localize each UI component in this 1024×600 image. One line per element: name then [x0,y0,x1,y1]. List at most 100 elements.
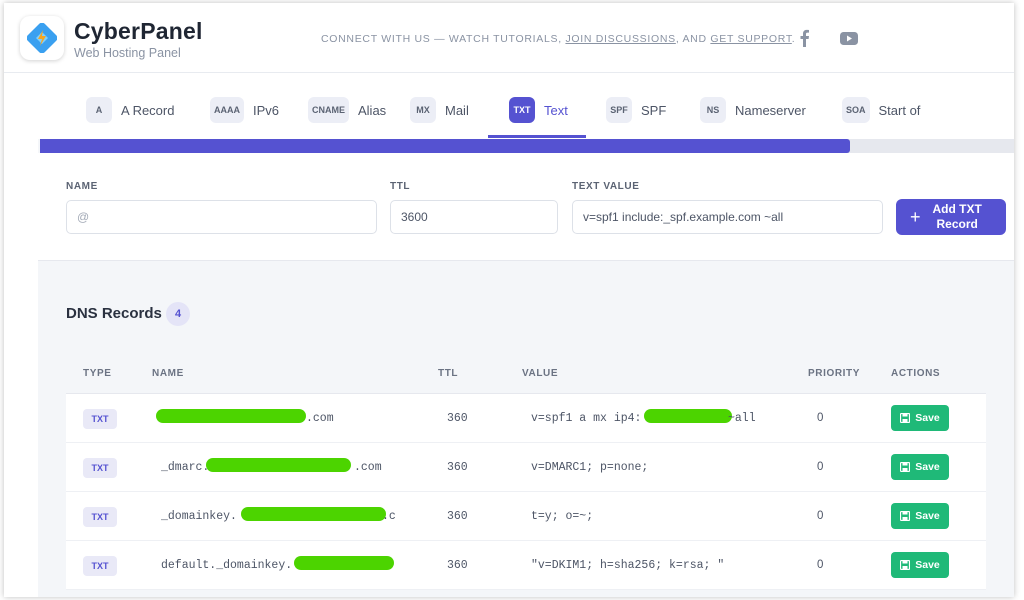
record-type-tabs: A A Record AAAA IPv6 CNAME Alias MX Mail TXT Text… [38,73,1014,139]
type-badge: TXT [83,409,117,429]
tab-label: Start of [878,102,921,118]
tab-code-badge: CNAME [308,97,349,123]
save-button[interactable]: Save [891,503,949,529]
tab-code-badge: SPF [606,97,632,123]
col-ttl: TTL [438,368,459,379]
tab-ns[interactable]: NS Nameserver [700,97,806,123]
brand-subtitle: Web Hosting Panel [74,46,181,60]
record-name-end: .com [354,461,382,474]
join-discussions-link[interactable]: JOIN DISCUSSIONS [565,33,675,45]
tab-label: IPv6 [253,102,280,118]
name-label: NAME [66,181,98,192]
type-badge: TXT [83,556,117,576]
tab-code-badge: A [86,97,112,123]
tab-code-badge: TXT [509,97,535,123]
floppy-icon [900,560,911,570]
table-row: TXT default._domainkey. 360 "v=DKIM1; h=… [66,541,986,590]
record-priority: 0 [817,461,824,473]
record-ttl: 360 [447,412,468,425]
main-content: A A Record AAAA IPv6 CNAME Alias MX Mail TXT Text… [38,73,1014,597]
brand-title: CyberPanel [74,18,203,44]
table-header: TYPE NAME TTL VALUE PRIORITY ACTIONS [66,354,986,394]
get-support-link[interactable]: GET SUPPORT [710,33,791,45]
redaction-mark [241,507,386,521]
save-button[interactable]: Save [891,454,949,480]
youtube-icon[interactable] [840,29,858,47]
col-actions: ACTIONS [891,368,941,379]
tab-code-badge: MX [410,97,436,123]
record-priority: 0 [817,412,824,424]
tab-a[interactable]: A A Record [86,97,174,123]
record-ttl: 360 [447,461,468,474]
text-value-input[interactable] [572,200,883,234]
ttl-input[interactable] [390,200,558,234]
record-name: _dmarc. [161,461,210,474]
plus-icon: + [910,206,921,227]
name-input[interactable] [66,200,377,234]
record-value-start: v=DMARC1; p=none; [531,461,649,474]
tab-code-badge: NS [700,97,726,123]
record-name-end: .c [382,510,396,523]
tab-label: A Record [121,102,175,118]
add-txt-record-button[interactable]: + Add TXT Record [896,199,1006,235]
tab-aaaa[interactable]: AAAA IPv6 [210,97,279,123]
connect-prefix: CONNECT WITH US — WATCH TUTORIALS, [321,33,566,45]
dns-records-table: TYPE NAME TTL VALUE PRIORITY ACTIONS TXT… [66,354,986,590]
table-row: TXT _domainkey. .c 360 t=y; o=~; 0 Save [66,492,986,541]
tab-label: Text [544,102,568,118]
record-value-start: v=spf1 a mx ip4: [531,412,642,425]
record-ttl: 360 [447,559,468,572]
record-value-start: "v=DKIM1; h=sha256; k=rsa; " [531,559,725,572]
tab-label: Nameserver [735,102,806,118]
record-name: _domainkey. [161,510,237,523]
add-button-label: Add TXT Record [932,202,982,231]
active-tab-underline [488,135,586,138]
tab-spf[interactable]: SPF SPF [606,97,666,123]
app-window: CyberPanel Web Hosting Panel CONNECT WIT… [4,3,1014,597]
record-name: .com [306,412,334,425]
tab-label: Mail [445,102,469,118]
add-record-form: NAME TTL TEXT VALUE + Add TXTRecord [38,153,1014,261]
col-name: NAME [152,368,184,379]
facebook-icon[interactable] [795,29,813,47]
floppy-icon [900,511,911,521]
redaction-mark [294,556,394,570]
redaction-mark [206,458,351,472]
tab-cname[interactable]: CNAME Alias [308,97,386,123]
ttl-label: TTL [390,181,411,192]
col-value: VALUE [522,368,559,379]
connect-mid: , AND [675,33,711,45]
table-row: TXT .com 360 v=spf1 a mx ip4: ~all 0 Sav… [66,394,986,443]
save-button[interactable]: Save [891,405,949,431]
dns-records-title: DNS Records [66,305,162,322]
tab-code-badge: AAAA [210,97,244,123]
floppy-icon [900,413,911,423]
record-ttl: 360 [447,510,468,523]
tab-label: Alias [358,102,387,118]
col-priority: PRIORITY [808,368,861,379]
record-count-badge: 4 [166,302,190,326]
record-name: default._domainkey. [161,559,293,572]
tab-mx[interactable]: MX Mail [410,97,469,123]
col-type: TYPE [83,368,112,379]
record-priority: 0 [817,510,824,522]
table-row: TXT _dmarc. .com 360 v=DMARC1; p=none; 0… [66,443,986,492]
connect-banner: CONNECT WITH US — WATCH TUTORIALS, JOIN … [321,33,795,45]
redaction-mark [156,409,306,423]
cyberpanel-logo-icon[interactable] [20,16,64,60]
record-priority: 0 [817,559,824,571]
type-badge: TXT [83,507,117,527]
save-button[interactable]: Save [891,552,949,578]
record-value-start: t=y; o=~; [531,510,594,523]
record-value-end: ~all [728,412,756,425]
tab-soa[interactable]: SOA Start of [842,97,920,123]
top-header: CyberPanel Web Hosting Panel CONNECT WIT… [4,3,1014,73]
tab-label: SPF [641,102,667,118]
progress-bar [40,139,1014,153]
tab-code-badge: SOA [842,97,870,123]
floppy-icon [900,462,911,472]
tab-txt[interactable]: TXT Text [509,97,568,123]
progress-fill [40,139,851,153]
redaction-mark [644,409,732,423]
text-value-label: TEXT VALUE [572,181,640,192]
